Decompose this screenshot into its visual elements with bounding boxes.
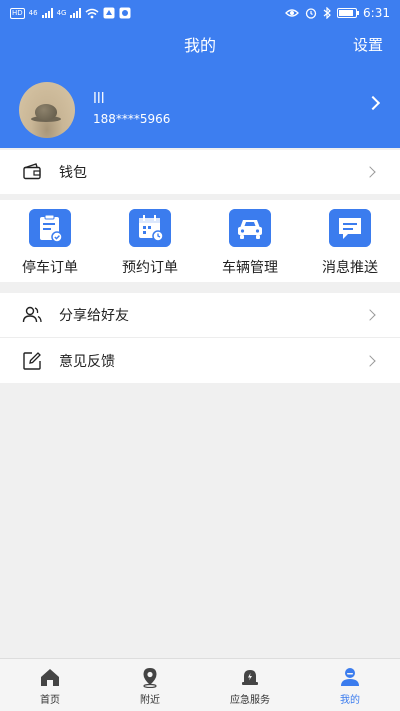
location-pin-icon [143,668,157,688]
status-bar: HD 46 4G 6:31 [0,0,400,26]
message-push-button[interactable]: 消息推送 [300,200,400,282]
chevron-right-icon [364,309,376,321]
tab-profile-label: 我的 [340,695,360,706]
quick-actions-grid: 停车订单 预约订单 车辆管理 消息推送 [0,200,400,282]
eye-icon [285,9,299,17]
signal-icon [41,8,53,18]
home-icon [41,669,59,686]
message-push-label: 消息推送 [322,260,378,276]
tab-emergency[interactable]: 应急服务 [200,659,300,711]
parking-order-icon [29,209,71,247]
page-title: 我的 [183,36,216,55]
message-icon [329,209,371,247]
reservation-order-button[interactable]: 预约订单 [100,200,200,282]
tab-emergency-label: 应急服务 [230,695,270,706]
app-notification-icon-2 [119,7,131,19]
status-right: 6:31 [285,6,390,20]
feedback-row[interactable]: 意见反馈 [0,339,400,383]
wallet-card: 钱包 [0,150,400,194]
share-friends-label: 分享给好友 [59,308,129,324]
reservation-order-label: 预约订单 [122,260,178,276]
profile-row[interactable]: lll 188****5966 [0,78,400,140]
wallet-row[interactable]: 钱包 [0,150,400,194]
share-friends-row[interactable]: 分享给好友 [0,293,400,337]
hd-indicator: HD [10,7,25,19]
wifi-icon [85,8,99,18]
quick-actions-card: 停车订单 预约订单 车辆管理 消息推送 [0,200,400,282]
bluetooth-icon [323,7,331,19]
status-left: HD 46 4G [10,7,131,19]
feedback-edit-icon [23,352,41,370]
tab-nearby[interactable]: 附近 [100,659,200,711]
status-time: 6:31 [363,6,390,20]
phone-number: 188****5966 [93,112,171,126]
tab-home-label: 首页 [40,695,60,706]
share-friends-icon [22,306,42,323]
network-type-label-2: 4G [56,9,67,17]
emergency-light-icon [242,670,258,685]
tab-nearby-label: 附近 [140,695,160,706]
vehicle-management-button[interactable]: 车辆管理 [200,200,300,282]
username: lll [93,91,105,107]
chevron-right-icon [364,355,376,367]
chevron-right-icon [365,95,381,111]
avatar[interactable] [19,82,75,138]
battery-icon [337,8,360,18]
tab-profile[interactable]: 我的 [300,659,400,711]
tab-home[interactable]: 首页 [0,659,100,711]
chevron-right-icon [364,166,376,178]
settings-button[interactable]: 设置 [353,34,383,55]
profile-icon [341,668,359,686]
profile-header: HD 46 4G 6:31 我的 设置 lll 188****5966 [0,0,400,148]
wallet-icon [23,163,41,180]
feedback-label: 意见反馈 [59,354,115,370]
reservation-calendar-icon [129,209,171,247]
app-notification-icon [103,7,115,19]
menu-divider [0,337,400,338]
parking-order-button[interactable]: 停车订单 [0,200,100,282]
parking-order-label: 停车订单 [22,260,78,276]
menu-card: 分享给好友 意见反馈 [0,293,400,383]
alarm-icon [305,8,317,19]
signal-icon-2 [70,8,82,18]
wallet-label: 钱包 [59,165,87,181]
car-icon [229,209,271,247]
network-type-label: 46 [28,9,38,17]
bottom-tab-bar: 首页 附近 应急服务 我的 [0,658,400,711]
vehicle-management-label: 车辆管理 [222,260,278,276]
